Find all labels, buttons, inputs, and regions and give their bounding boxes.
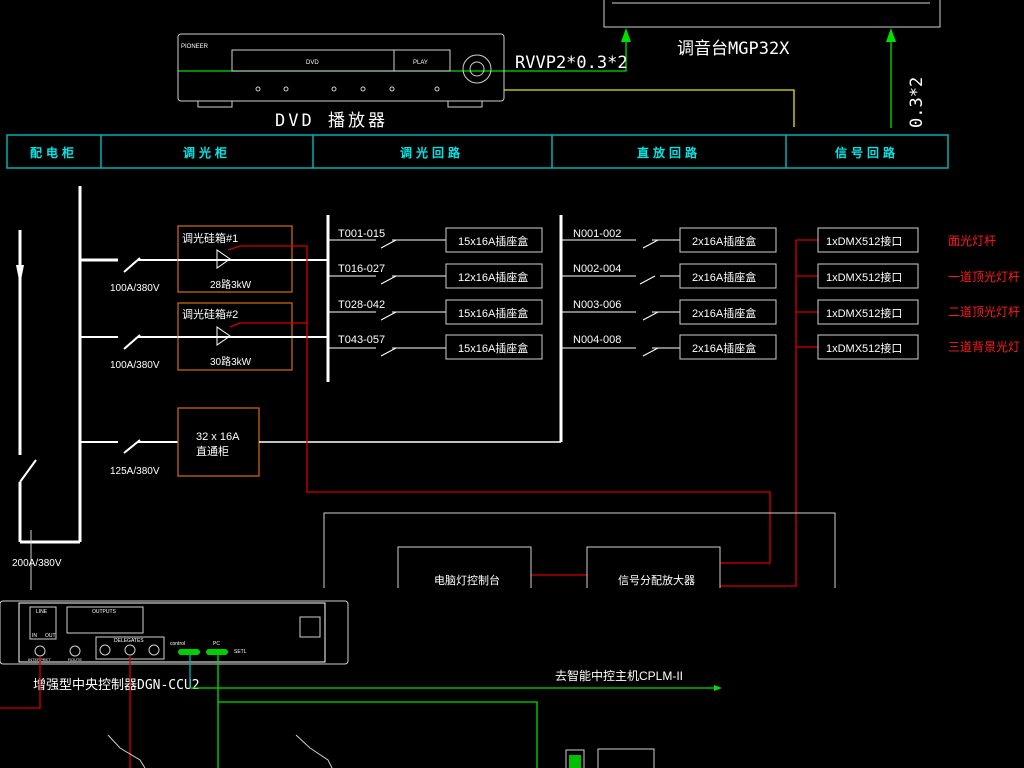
header-dimmer-cabinet: 调光柜 <box>183 145 231 160</box>
lighting-target: 一道顶光灯杆 <box>948 270 1020 284</box>
ccu-route-label: ROUTE <box>68 657 82 662</box>
dimmer-circuit-row: T001-015 15x16A插座盒 <box>328 227 543 253</box>
dimmer-box-spec: 28路3kW <box>210 278 252 291</box>
breaker-label: 100A/380V <box>110 360 160 371</box>
dvd-label: DVD 播放器 <box>275 111 388 131</box>
control-wiring: 电脑灯控制台 信号分配放大器 <box>227 245 836 588</box>
arrow-down-icon <box>16 265 24 285</box>
microphone-icon <box>295 734 333 768</box>
direct-cabinet-title: 32 x 16A <box>196 431 240 443</box>
lighting-target: 三道背景光灯 <box>948 340 1020 354</box>
mixer-label: 调音台MGP32X <box>677 39 790 59</box>
main-breaker-label: 200A/380V <box>12 558 62 569</box>
header-dimmer-circuits: 调光回路 <box>400 145 464 160</box>
stage-lighting-wiring-diagram: 调音台MGP32X RVVP2*0.3*2 0.3*2 PIONEER DVD … <box>0 0 1020 768</box>
dvd-play-label: PLAY <box>413 60 428 66</box>
arrow-up-icon <box>886 28 896 42</box>
circuit-id: N001-002 <box>573 228 621 240</box>
breaker-label: 125A/380V <box>110 466 160 477</box>
direct-circuit-row: N002-004 2x16A插座盒 <box>561 263 777 289</box>
direct-cabinet-spec: 直通柜 <box>196 444 229 458</box>
device-indicator <box>569 755 581 768</box>
direct-circuit-row: N001-002 2x16A插座盒 <box>561 227 777 253</box>
control-port <box>178 649 200 655</box>
circuit-id: N004-008 <box>573 334 621 346</box>
mixer-body <box>603 0 941 28</box>
socket-box: 2x16A插座盒 <box>692 341 756 355</box>
header-direct-circuits: 直放回路 <box>637 145 701 160</box>
dimmer-circuit-row: T043-057 15x16A插座盒 <box>328 334 543 360</box>
socket-box: 2x16A插座盒 <box>692 234 756 248</box>
socket-box: 12x16A插座盒 <box>458 270 528 284</box>
signal-circuits: 1xDMX512接口 1xDMX512接口 1xDMX512接口 1xDMX51… <box>795 227 1020 412</box>
dimmer-box-title: 调光硅箱#1 <box>182 231 238 245</box>
dvd-brand: PIONEER <box>181 44 209 50</box>
breaker-label: 100A/380V <box>110 283 160 294</box>
dvd-player: PIONEER DVD PLAY DVD 播放器 <box>177 33 505 131</box>
power-socket-icon <box>299 616 321 638</box>
circuit-id: N002-004 <box>573 263 621 275</box>
central-controller: LINE IN OUT OUTPUTS DELEGATES INTERPRET … <box>0 600 722 768</box>
lighting-target: 二道顶光灯杆 <box>948 305 1020 319</box>
pc-port <box>206 649 228 655</box>
dmx-port: 1xDMX512接口 <box>826 235 902 248</box>
dmx-port: 1xDMX512接口 <box>826 307 902 320</box>
circuit-id: T016-027 <box>338 263 385 275</box>
circuit-id: T001-015 <box>338 228 385 240</box>
dimmer-circuit-row: T028-042 15x16A插座盒 <box>328 299 543 325</box>
header-power-cabinet: 配电柜 <box>30 145 78 160</box>
lighting-console-label: 电脑灯控制台 <box>434 573 500 587</box>
header-table: 配电柜 调光柜 调光回路 直放回路 信号回路 <box>6 134 949 169</box>
socket-box: 15x16A插座盒 <box>458 306 528 320</box>
breaker-switch <box>123 334 141 350</box>
mixer: 调音台MGP32X <box>603 0 941 59</box>
dvd-yellow-cable <box>504 89 795 127</box>
dvd-tray-label: DVD <box>306 60 319 66</box>
ccu-out-label: OUT <box>45 633 56 639</box>
dvd-body <box>177 33 505 102</box>
ccu-delegates-label: DELEGATES <box>114 638 144 644</box>
ccu-setl-label: SETL <box>234 649 247 655</box>
monitor-device <box>597 748 655 768</box>
ccu-outputs-label: OUTPUTS <box>92 609 117 615</box>
ccu-in-label: IN <box>32 633 37 639</box>
socket-box: 15x16A插座盒 <box>458 234 528 248</box>
dimmer-box-spec: 30路3kW <box>210 355 252 368</box>
ccu-control-label: control <box>170 641 185 647</box>
cable-label-vertical: 0.3*2 <box>907 77 927 128</box>
circuit-id: T043-057 <box>338 334 385 346</box>
ccu-line-label: LINE <box>36 609 48 615</box>
signal-amplifier-label: 信号分配放大器 <box>618 573 695 587</box>
main-switch <box>19 459 37 483</box>
direct-circuits: N001-002 2x16A插座盒 N002-004 2x16A插座盒 N003… <box>559 215 777 442</box>
breaker-switch <box>123 257 141 273</box>
microphone-icon <box>107 734 146 768</box>
arrow-up-icon <box>621 28 631 42</box>
control-room-outline <box>323 512 836 588</box>
circuit-id: N003-006 <box>573 299 621 311</box>
cable-label: RVVP2*0.3*2 <box>515 53 628 73</box>
direct-circuit-row: N003-006 2x16A插座盒 <box>561 299 777 325</box>
ccu-pc-label: PC <box>213 641 220 647</box>
dimmer-circuits: T001-015 15x16A插座盒 T016-027 12x16A插座盒 T0… <box>326 215 543 382</box>
lighting-target: 面光灯杆 <box>948 234 996 248</box>
circuit-id: T028-042 <box>338 299 385 311</box>
socket-box: 2x16A插座盒 <box>692 306 756 320</box>
dmx-port: 1xDMX512接口 <box>826 271 902 284</box>
to-host-label: 去智能中控主机CPLM-II <box>555 668 683 683</box>
breaker-switch <box>123 439 141 454</box>
arrow-right-icon <box>714 685 722 691</box>
dimmer-circuit-row: T016-027 12x16A插座盒 <box>328 263 543 289</box>
dimmer-box-title: 调光硅箱#2 <box>182 307 238 321</box>
header-signal-circuits: 信号回路 <box>835 145 899 160</box>
dvd-knob-icon <box>462 54 492 84</box>
ccu-label: 增强型中央控制器DGN-CCU2 <box>33 678 200 693</box>
dmx-port: 1xDMX512接口 <box>826 342 902 355</box>
socket-box: 2x16A插座盒 <box>692 270 756 284</box>
socket-box: 15x16A插座盒 <box>458 341 528 355</box>
direct-circuit-row: N004-008 2x16A插座盒 <box>561 334 777 360</box>
